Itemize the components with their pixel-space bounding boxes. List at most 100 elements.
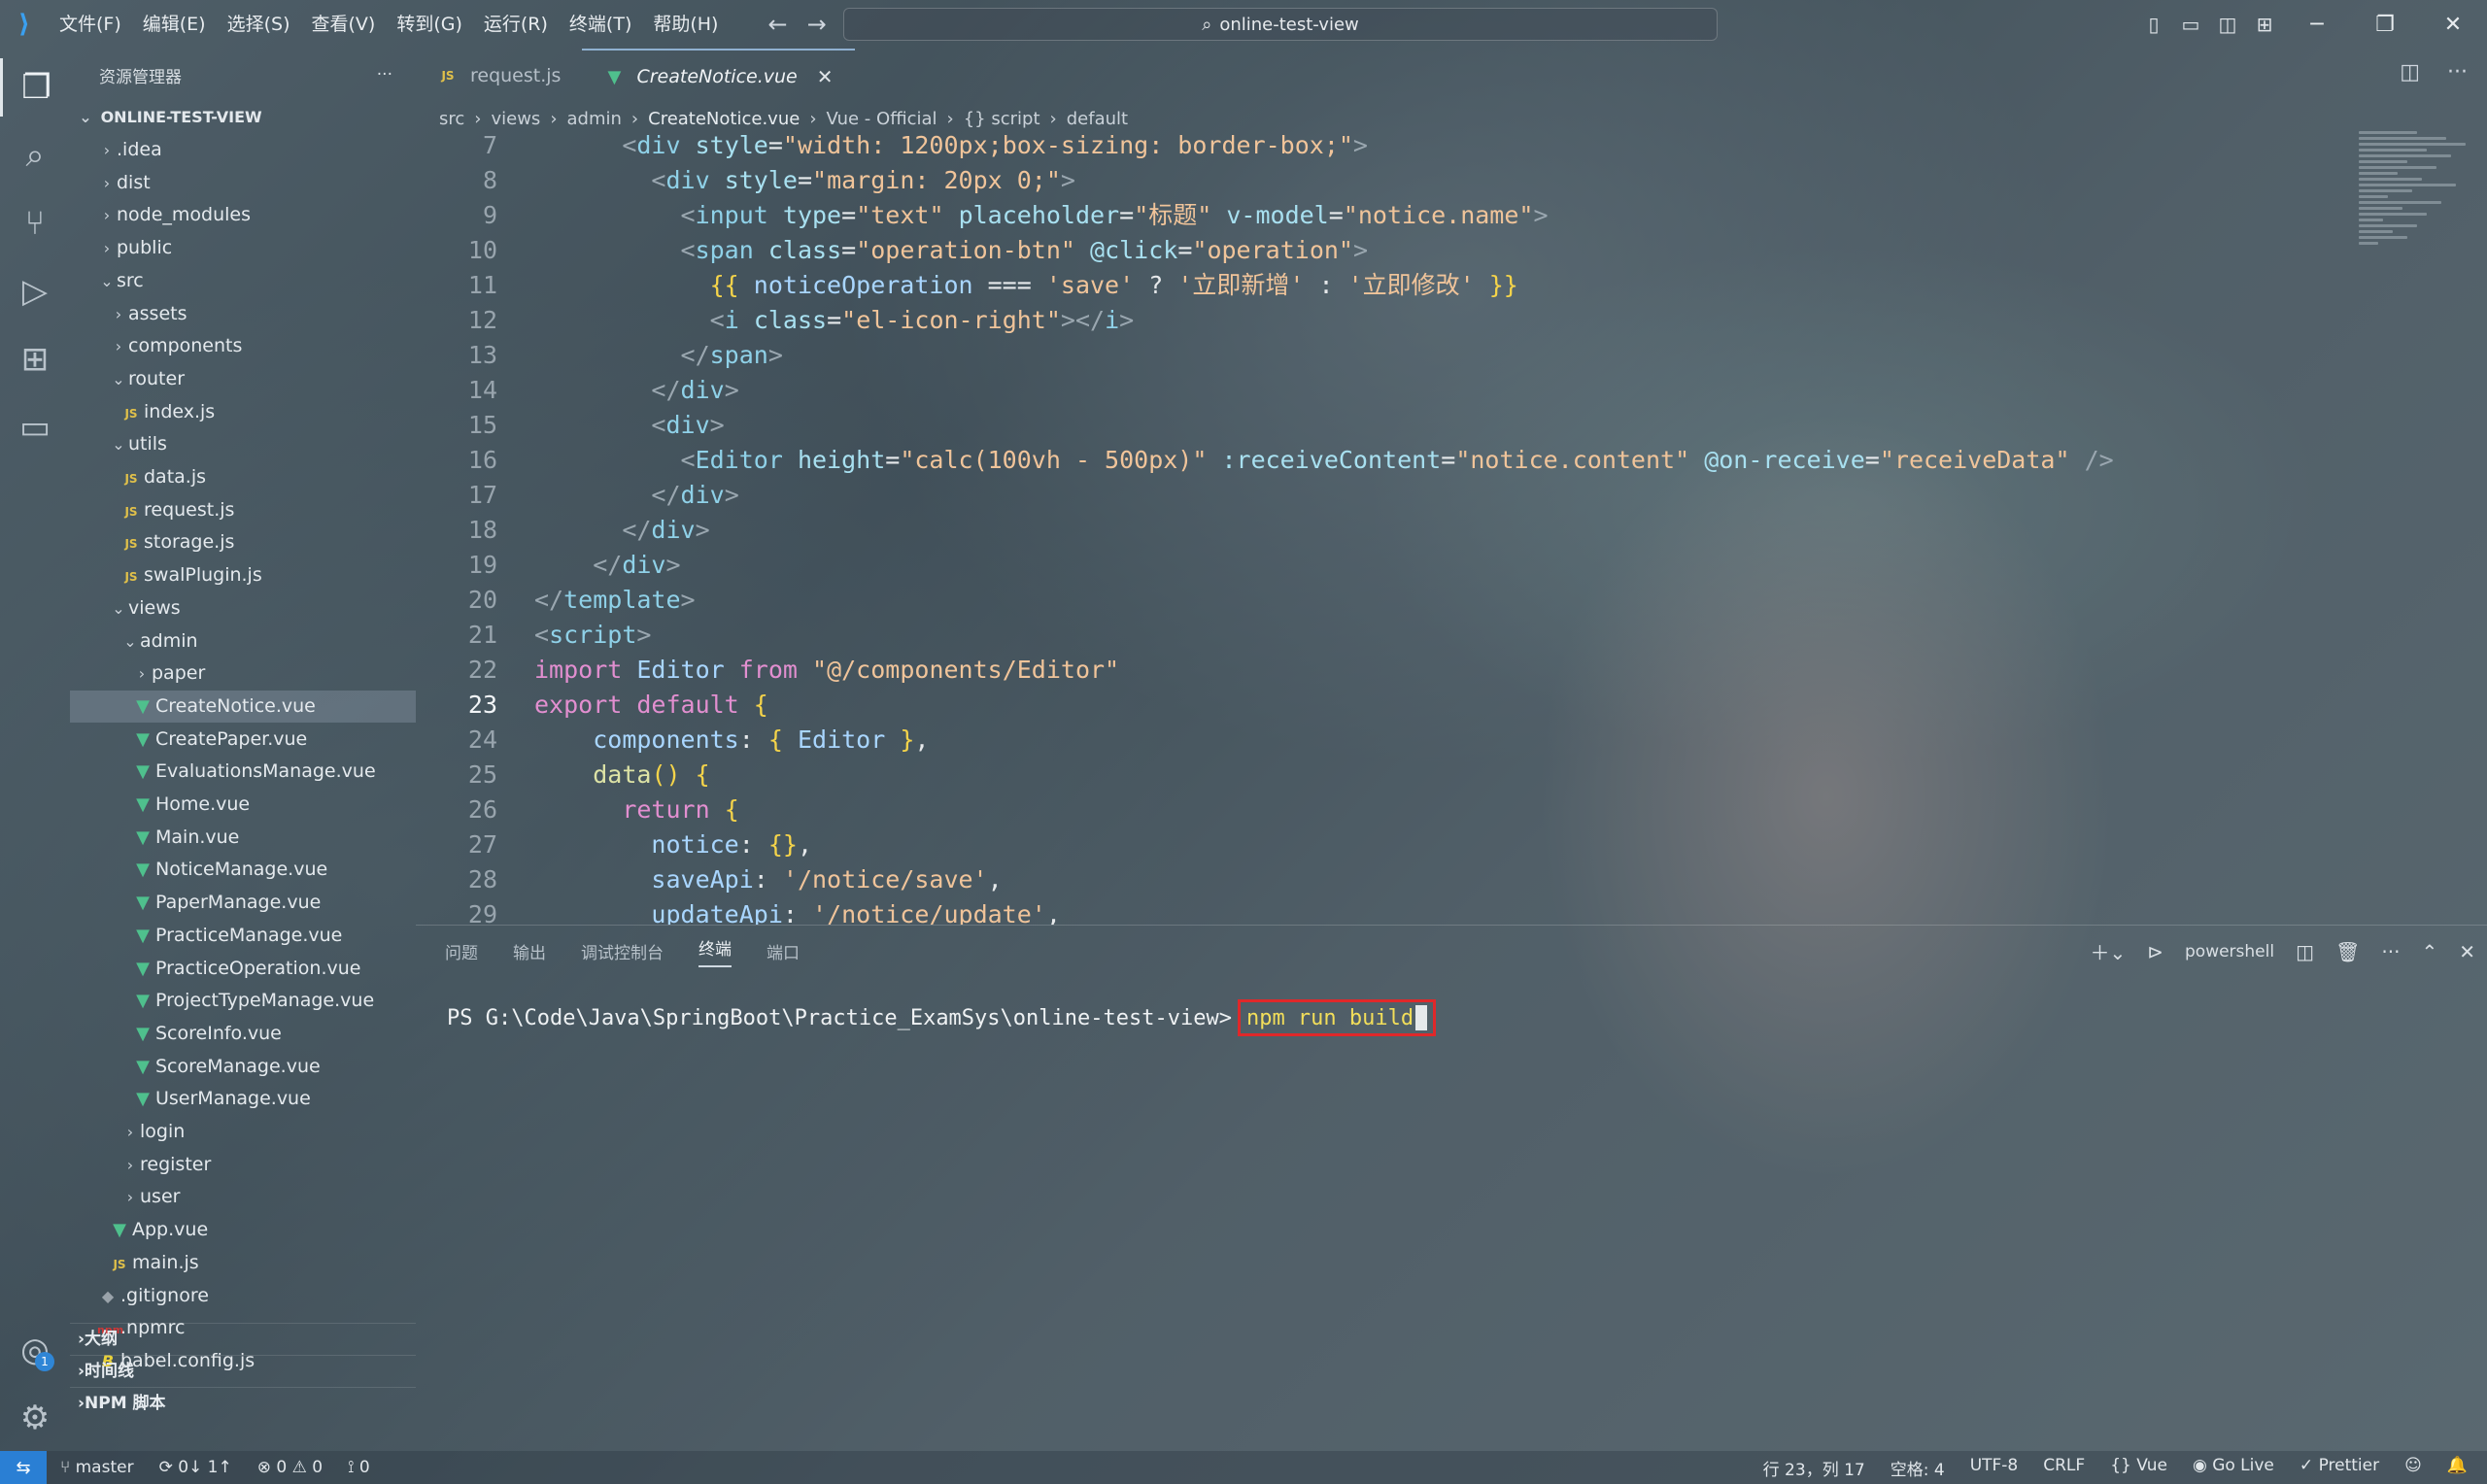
breadcrumb-item[interactable]: views — [491, 109, 540, 129]
breadcrumb-item[interactable]: admin — [567, 109, 622, 129]
kill-terminal-icon[interactable]: 🗑 — [2335, 940, 2360, 963]
workspace-root[interactable]: ⌄ ONLINE-TEST-VIEW — [70, 101, 416, 133]
sidebar-section[interactable]: ›NPM 脚本 — [70, 1387, 416, 1419]
code-line[interactable]: 24 components: { Editor }, — [416, 723, 2359, 758]
indentation[interactable]: 空格: 4 — [1891, 1456, 1945, 1480]
restore-icon[interactable]: ❐ — [2351, 13, 2419, 37]
extensions-icon[interactable]: ⊞ — [0, 330, 70, 388]
panel-tab[interactable]: 输出 — [513, 939, 546, 963]
problems-status[interactable]: ⊗ 0 ⚠ 0 — [257, 1458, 323, 1477]
code-line[interactable]: 11 {{ noticeOperation === 'save' ? '立即新增… — [416, 268, 2359, 303]
split-editor-icon[interactable]: ◫ — [2400, 60, 2420, 84]
folder-item[interactable]: ⌄ admin — [70, 625, 416, 658]
folder-item[interactable]: › dist — [70, 167, 416, 199]
file-item[interactable]: ▼ App.vue — [70, 1214, 416, 1246]
menu-item[interactable]: 终端(T) — [559, 0, 642, 49]
code-line[interactable]: 25 data() { — [416, 758, 2359, 793]
minimap[interactable] — [2359, 128, 2475, 381]
close-panel-icon[interactable]: ✕ — [2459, 940, 2475, 963]
breadcrumb-item[interactable]: default — [1067, 109, 1128, 129]
folder-item[interactable]: › user — [70, 1181, 416, 1213]
run-debug-icon[interactable]: ▷ — [0, 262, 70, 320]
forward-arrow-icon[interactable]: → — [807, 11, 827, 38]
menu-item[interactable]: 文件(F) — [49, 0, 132, 49]
file-item[interactable]: ▼ Home.vue — [70, 789, 416, 821]
panel-tab[interactable]: 终端 — [698, 935, 732, 967]
code-line[interactable]: 19 </div> — [416, 548, 2359, 583]
menu-item[interactable]: 查看(V) — [301, 0, 387, 49]
command-center-search[interactable]: ⌕ online-test-view — [843, 8, 1718, 41]
file-item[interactable]: ▼ ProjectTypeManage.vue — [70, 985, 416, 1017]
close-window-icon[interactable]: ✕ — [2419, 13, 2487, 37]
accounts-icon[interactable]: ◎ 1 — [0, 1321, 70, 1379]
prettier[interactable]: ✓ Prettier — [2300, 1456, 2379, 1480]
panel-more-icon[interactable]: ··· — [2381, 940, 2400, 963]
code-line[interactable]: 18 </div> — [416, 513, 2359, 548]
menu-item[interactable]: 编辑(E) — [132, 0, 217, 49]
toggle-primary-sidebar-icon[interactable]: ▯ — [2135, 13, 2172, 36]
code-line[interactable]: 14 </div> — [416, 373, 2359, 408]
code-line[interactable]: 17 </div> — [416, 478, 2359, 513]
code-line[interactable]: 12 <i class="el-icon-right"></i> — [416, 303, 2359, 338]
file-item[interactable]: ▼ PracticeManage.vue — [70, 920, 416, 952]
more-actions-icon[interactable]: ··· — [377, 65, 392, 84]
code-line[interactable]: 13 </span> — [416, 338, 2359, 373]
folder-item[interactable]: › login — [70, 1116, 416, 1148]
folder-item[interactable]: › .idea — [70, 134, 416, 166]
folder-item[interactable]: ⌄ src — [70, 265, 416, 297]
file-item[interactable]: ▼ PracticeOperation.vue — [70, 953, 416, 985]
file-item[interactable]: ▼ ScoreManage.vue — [70, 1051, 416, 1083]
file-item[interactable]: JS request.js — [70, 494, 416, 526]
sidebar-section[interactable]: ›大纲 — [70, 1323, 416, 1355]
menu-item[interactable]: 帮助(H) — [642, 0, 729, 49]
code-line[interactable]: 26 return { — [416, 793, 2359, 827]
sync-status[interactable]: ⟳ 0↓ 1↑ — [159, 1458, 232, 1477]
maximize-panel-icon[interactable]: ⌃ — [2421, 940, 2437, 963]
terminal-output[interactable]: PS G:\Code\Java\SpringBoot\Practice_Exam… — [447, 999, 1437, 1036]
explorer-icon[interactable]: ❐ — [0, 58, 70, 117]
code-line[interactable]: 10 <span class="operation-btn" @click="o… — [416, 233, 2359, 268]
go-live[interactable]: ◉ Go Live — [2193, 1456, 2274, 1480]
folder-item[interactable]: › components — [70, 330, 416, 362]
code-line[interactable]: 23 export default { — [416, 688, 2359, 723]
file-item[interactable]: ▼ UserManage.vue — [70, 1083, 416, 1115]
new-terminal-icon[interactable]: ＋⌄ — [2090, 937, 2126, 965]
folder-item[interactable]: › assets — [70, 298, 416, 330]
panel-tab[interactable]: 调试控制台 — [581, 939, 664, 963]
folder-item[interactable]: › public — [70, 232, 416, 264]
menu-item[interactable]: 选择(S) — [217, 0, 301, 49]
code-line[interactable]: 20 </template> — [416, 583, 2359, 618]
folder-item[interactable]: ⌄ utils — [70, 428, 416, 460]
breadcrumb-item[interactable]: CreateNotice.vue — [648, 109, 800, 129]
source-control-icon[interactable]: ⑂ — [0, 194, 70, 253]
breadcrumb-item[interactable]: src — [439, 109, 464, 129]
file-item[interactable]: JS main.js — [70, 1247, 416, 1279]
encoding[interactable]: UTF-8 — [1970, 1456, 2019, 1480]
file-item[interactable]: ▼ EvaluationsManage.vue — [70, 756, 416, 788]
menu-item[interactable]: 运行(R) — [473, 0, 559, 49]
file-item[interactable]: ▼ PaperManage.vue — [70, 887, 416, 919]
menu-item[interactable]: 转到(G) — [386, 0, 473, 49]
folder-item[interactable]: ⌄ router — [70, 363, 416, 395]
toggle-secondary-sidebar-icon[interactable]: ◫ — [2209, 13, 2246, 36]
folder-item[interactable]: › paper — [70, 658, 416, 690]
code-line[interactable]: 29 updateApi: '/notice/update', — [416, 897, 2359, 925]
code-line[interactable]: 15 <div> — [416, 408, 2359, 443]
language-mode[interactable]: {} Vue — [2110, 1456, 2167, 1480]
file-item[interactable]: ▼ CreateNotice.vue — [70, 690, 416, 723]
remote-indicator-icon[interactable]: ⇆ — [0, 1451, 47, 1484]
panel-tab[interactable]: 端口 — [767, 939, 800, 963]
file-item[interactable]: ▼ Main.vue — [70, 822, 416, 854]
code-line[interactable]: 7 <div style="width: 1200px;box-sizing: … — [416, 128, 2359, 163]
file-item[interactable]: JS data.js — [70, 461, 416, 493]
close-tab-icon[interactable]: ✕ — [817, 65, 834, 88]
folder-item[interactable]: › register — [70, 1149, 416, 1181]
feedback-icon[interactable]: ☺ — [2404, 1456, 2422, 1480]
customize-layout-icon[interactable]: ⊞ — [2246, 13, 2283, 36]
breadcrumb-item[interactable]: {} script — [964, 109, 1040, 129]
terminal-shell-icon[interactable]: ⊳ — [2147, 940, 2163, 963]
code-editor[interactable]: 7 <div style="width: 1200px;box-sizing: … — [416, 128, 2359, 925]
editor-more-icon[interactable]: ··· — [2447, 60, 2468, 84]
minimize-icon[interactable]: ─ — [2283, 13, 2351, 37]
file-item[interactable]: ▼ NoticeManage.vue — [70, 854, 416, 886]
